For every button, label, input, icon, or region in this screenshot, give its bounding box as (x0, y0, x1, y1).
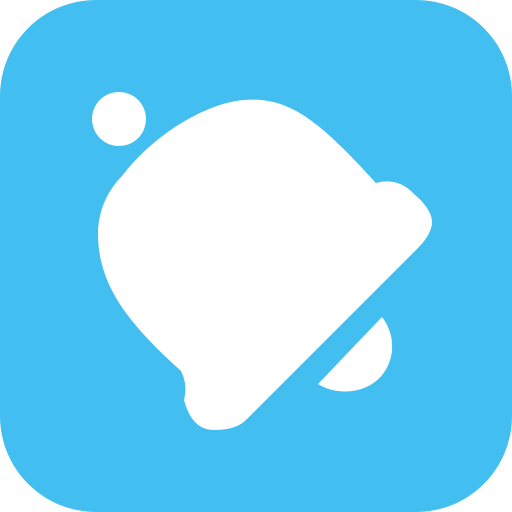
app-icon-graphic (0, 0, 512, 512)
bell-knob (92, 92, 146, 146)
app-icon[interactable] (0, 0, 512, 512)
